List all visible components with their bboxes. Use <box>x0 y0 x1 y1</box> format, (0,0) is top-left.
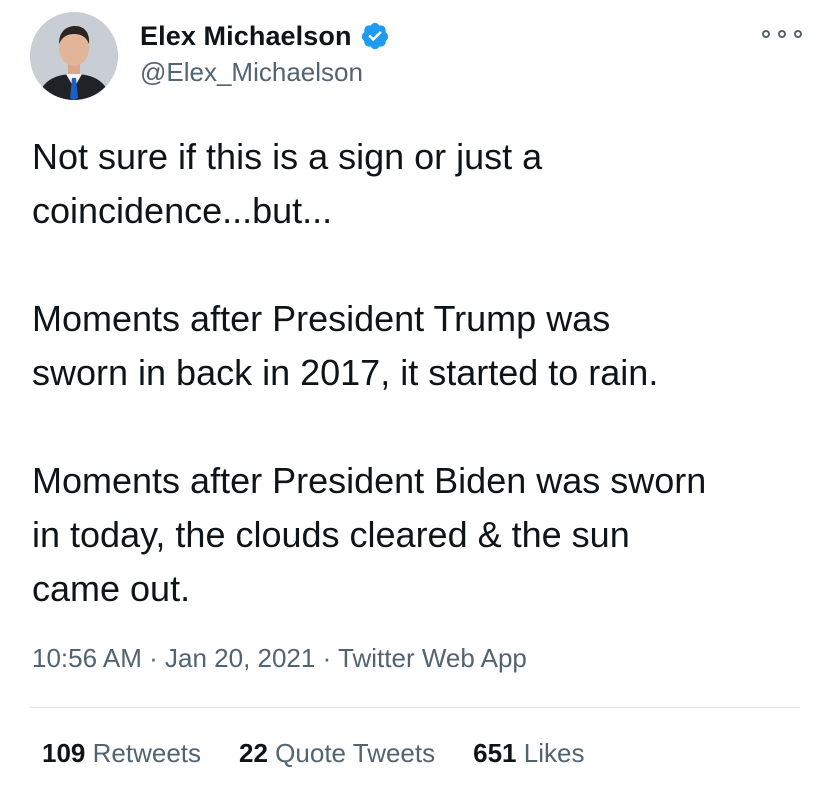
user-handle[interactable]: @Elex_Michaelson <box>140 57 363 88</box>
tweet-text: Not sure if this is a sign or just a coi… <box>32 130 812 616</box>
tweet-paragraph: Moments after President Trump was sworn … <box>32 298 659 393</box>
tweet-date[interactable]: Jan 20, 2021 <box>165 643 315 673</box>
avatar[interactable] <box>30 12 118 100</box>
divider <box>30 707 800 708</box>
tweet-stats: 109 Retweets 22 Quote Tweets 651 Likes <box>42 738 622 769</box>
quote-tweets-stat[interactable]: 22 Quote Tweets <box>239 738 435 769</box>
tweet-meta: 10:56 AM · Jan 20, 2021 · Twitter Web Ap… <box>32 643 527 674</box>
tweet-paragraph: Not sure if this is a sign or just a coi… <box>32 136 543 231</box>
quote-tweets-count: 22 <box>239 738 268 768</box>
retweets-stat[interactable]: 109 Retweets <box>42 738 201 769</box>
more-dot <box>762 30 770 38</box>
retweets-label: Retweets <box>92 738 202 768</box>
tweet-paragraph: Moments after President Biden was sworn … <box>32 460 707 609</box>
likes-label: Likes <box>523 738 585 768</box>
retweets-count: 109 <box>42 738 86 768</box>
tweet-source[interactable]: Twitter Web App <box>338 643 527 673</box>
user-name-row[interactable]: Elex Michaelson <box>140 18 390 54</box>
more-options-icon[interactable] <box>762 24 802 44</box>
quote-tweets-label: Quote Tweets <box>275 738 436 768</box>
meta-separator: · <box>322 643 332 673</box>
meta-separator: · <box>149 643 158 673</box>
user-name[interactable]: Elex Michaelson <box>140 21 352 52</box>
likes-stat[interactable]: 651 Likes <box>473 738 584 769</box>
more-dot <box>794 30 802 38</box>
avatar-photo <box>30 12 118 100</box>
likes-count: 651 <box>473 738 517 768</box>
verified-badge-icon <box>360 21 390 51</box>
more-dot <box>778 30 786 38</box>
tweet-time[interactable]: 10:56 AM <box>32 643 142 673</box>
